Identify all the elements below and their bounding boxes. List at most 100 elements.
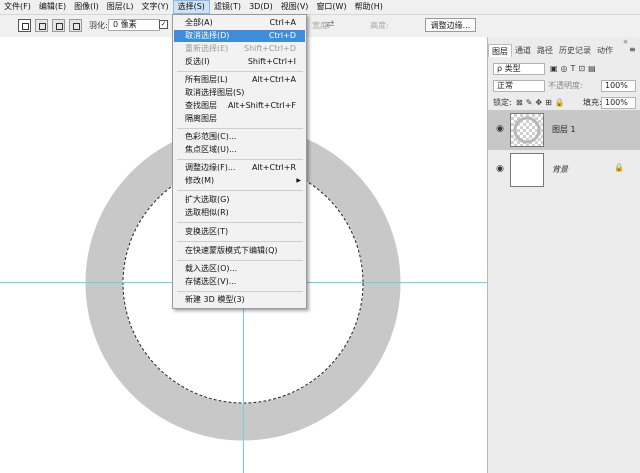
item-shortcut: Shift+Ctrl+D (244, 44, 296, 53)
item-label: 载入选区(O)... (185, 264, 238, 273)
filter-icons[interactable]: ▣◎T⊡▤ (550, 63, 599, 75)
opacity-input[interactable]: 100% (601, 80, 636, 92)
menu-separator (177, 260, 303, 261)
layer-name[interactable]: 背景 (552, 164, 568, 175)
blend-mode-select[interactable]: 正常 (493, 80, 545, 92)
new-selection-icon (22, 23, 29, 30)
item-label: 反选(I) (185, 57, 210, 66)
opacity-label: 不透明度: (548, 81, 583, 90)
menu-image[interactable]: 图像(I) (70, 0, 103, 14)
menu-item-new-3d-model[interactable]: 新建 3D 模型(3) (174, 294, 305, 306)
feather-label: 羽化: (89, 21, 108, 30)
menu-select[interactable]: 选择(S) (172, 0, 210, 14)
menu-3d[interactable]: 3D(D) (245, 0, 277, 14)
item-label: 查找图层 (185, 101, 217, 110)
item-label: 存储选区(V)... (185, 277, 237, 286)
new-selection-button[interactable] (18, 19, 31, 32)
lock-icons[interactable]: ⊠✎✥⊞🔒 (516, 97, 568, 109)
item-shortcut: Shift+Ctrl+I (247, 57, 296, 66)
visibility-eye-icon[interactable]: ◉ (495, 165, 505, 174)
item-shortcut: Alt+Ctrl+A (252, 75, 296, 84)
layer-row-1[interactable]: ◉ 图层 1 (488, 110, 640, 150)
menu-bar: 文件(F) 编辑(E) 图像(I) 图层(L) 文字(Y) 选择(S) 滤镜(T… (0, 0, 640, 15)
item-label: 取消选择图层(S) (185, 88, 245, 97)
subtract-selection-icon (56, 23, 63, 30)
menu-item-save-selection[interactable]: 存储选区(V)... (174, 276, 305, 288)
menu-separator (177, 291, 303, 292)
menu-item-load-selection[interactable]: 载入选区(O)... (174, 263, 305, 275)
tab-layers[interactable]: 图层 (488, 44, 512, 57)
menu-item-select-all[interactable]: 全部(A) Ctrl+A (174, 17, 305, 29)
tab-actions[interactable]: 动作 (594, 44, 616, 57)
layer-name[interactable]: 图层 1 (552, 124, 576, 135)
fill-label: 填充: (583, 98, 602, 107)
ring-thumbnail-icon (513, 116, 541, 144)
collapse-icon[interactable]: « (623, 36, 628, 48)
panel-menu-icon[interactable]: ≡ (629, 44, 636, 56)
item-label: 焦点区域(U)... (185, 145, 237, 154)
menu-window[interactable]: 窗口(W) (312, 0, 350, 14)
visibility-eye-icon[interactable]: ◉ (495, 125, 505, 134)
add-selection-button[interactable] (35, 19, 48, 32)
item-label: 重新选择(E) (185, 44, 229, 53)
menu-view[interactable]: 视图(V) (277, 0, 313, 14)
item-label: 变换选区(T) (185, 227, 229, 236)
item-label: 所有图层(L) (185, 75, 228, 84)
layer-thumbnail (510, 113, 544, 147)
add-selection-icon (39, 23, 46, 30)
subtract-selection-button[interactable] (52, 19, 65, 32)
menu-separator (177, 128, 303, 129)
anti-alias-checkbox[interactable]: ✓ (159, 20, 168, 29)
item-label: 全部(A) (185, 18, 213, 27)
menu-item-all-layers[interactable]: 所有图层(L) Alt+Ctrl+A (174, 74, 305, 86)
menu-item-quick-mask[interactable]: 在快速蒙版模式下编辑(Q) (174, 245, 305, 257)
menu-item-inverse[interactable]: 反选(I) Shift+Ctrl+I (174, 56, 305, 68)
menu-separator (177, 159, 303, 160)
menu-item-deselect[interactable]: 取消选择(D) Ctrl+D (174, 30, 305, 42)
menu-type[interactable]: 文字(Y) (137, 0, 172, 14)
menu-item-grow[interactable]: 扩大选取(G) (174, 194, 305, 206)
height-label: 高度: (370, 21, 389, 30)
menu-item-isolate-layers[interactable]: 隔离图层 (174, 113, 305, 125)
item-label: 新建 3D 模型(3) (185, 295, 245, 304)
menu-item-color-range[interactable]: 色彩范围(C)... (174, 131, 305, 143)
item-label: 调整边缘(F)... (185, 163, 236, 172)
intersect-selection-icon (73, 23, 80, 30)
menu-help[interactable]: 帮助(H) (351, 0, 387, 14)
item-shortcut: Ctrl+A (269, 18, 296, 27)
menu-item-deselect-layers[interactable]: 取消选择图层(S) (174, 87, 305, 99)
tab-channels[interactable]: 通道 (512, 44, 534, 57)
item-shortcut: Ctrl+D (268, 31, 296, 40)
width-label: 宽度: (312, 21, 331, 30)
menu-edit[interactable]: 编辑(E) (35, 0, 70, 14)
menu-item-modify[interactable]: 修改(M) ▶ (174, 175, 305, 187)
item-label: 选取相似(R) (185, 208, 229, 217)
lock-icon: 🔒 (614, 163, 624, 172)
menu-item-transform-selection[interactable]: 变换选区(T) (174, 226, 305, 238)
refine-edge-button[interactable]: 调整边缘... (425, 18, 476, 32)
options-bar: 羽化: 0 像素 ✓ ⇄ 宽度: 高度: 调整边缘... (0, 15, 640, 38)
item-label: 取消选择(D) (185, 31, 230, 40)
panel-tabs: 图层 通道 路径 历史记录 动作 (488, 44, 616, 57)
tab-history[interactable]: 历史记录 (556, 44, 594, 57)
intersect-selection-button[interactable] (69, 19, 82, 32)
menu-item-find-layers[interactable]: 查找图层 Alt+Shift+Ctrl+F (174, 100, 305, 112)
layer-filter-select[interactable]: ρ 类型 (493, 63, 545, 75)
tab-paths[interactable]: 路径 (534, 44, 556, 57)
submenu-arrow-icon: ▶ (296, 177, 301, 184)
item-label: 扩大选取(G) (185, 195, 230, 204)
item-label: 在快速蒙版模式下编辑(Q) (185, 246, 278, 255)
menu-filter[interactable]: 滤镜(T) (210, 0, 245, 14)
layer-row-background[interactable]: ◉ 背景 🔒 (488, 150, 640, 190)
menu-item-reselect[interactable]: 重新选择(E) Shift+Ctrl+D (174, 43, 305, 55)
menu-item-similar[interactable]: 选取相似(R) (174, 207, 305, 219)
menu-file[interactable]: 文件(F) (0, 0, 35, 14)
feather-input[interactable]: 0 像素 (108, 19, 160, 31)
menu-item-refine-edge[interactable]: 调整边缘(F)... Alt+Ctrl+R (174, 162, 305, 174)
menu-item-focus-area[interactable]: 焦点区域(U)... (174, 144, 305, 156)
menu-separator (177, 190, 303, 191)
item-shortcut: Alt+Shift+Ctrl+F (228, 101, 296, 110)
menu-separator (177, 222, 303, 223)
menu-layer[interactable]: 图层(L) (103, 0, 138, 14)
fill-input[interactable]: 100% (601, 97, 636, 109)
